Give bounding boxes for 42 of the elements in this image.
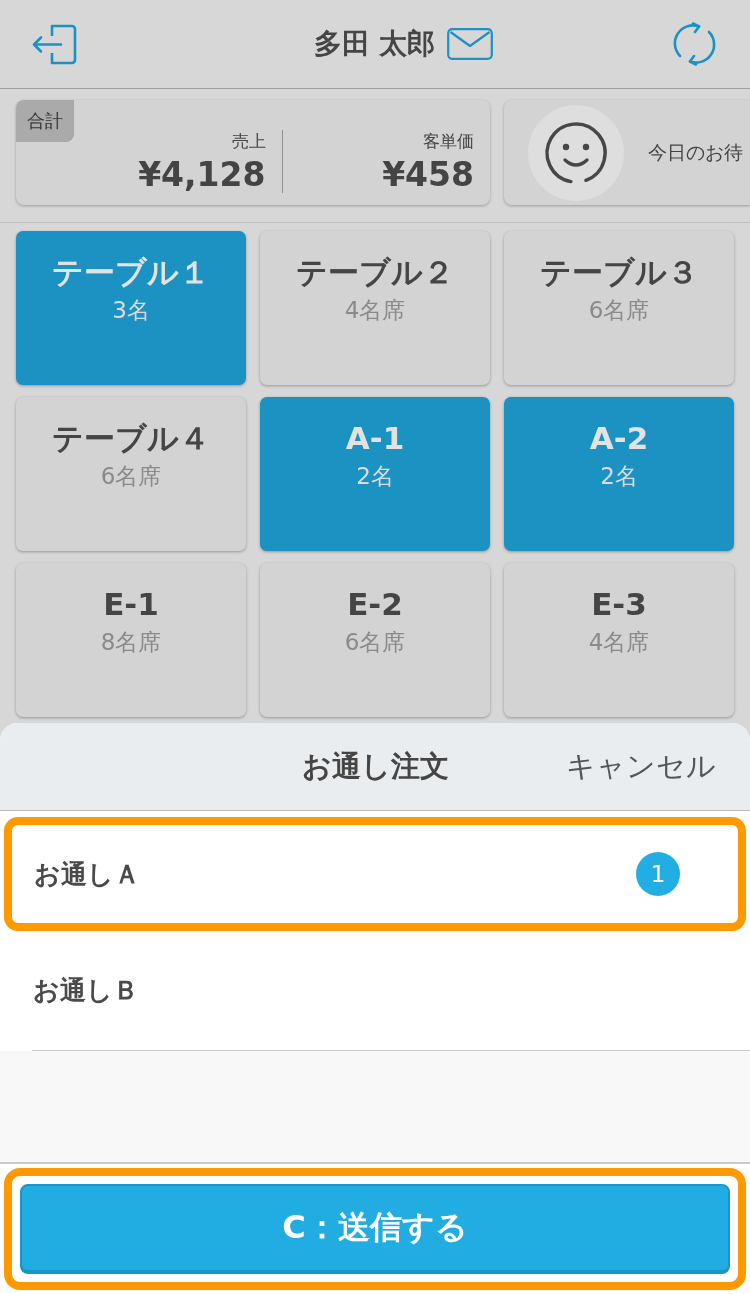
user-name: 多田 太郎: [313, 26, 436, 62]
table-tile[interactable]: テーブル４ 6名席: [16, 397, 246, 551]
seat-count: 2名: [356, 462, 394, 491]
waiting-card[interactable]: 今日のお待: [504, 100, 750, 205]
table-tile[interactable]: E-3 4名席: [504, 563, 734, 717]
refresh-icon[interactable]: [672, 22, 717, 66]
metric-value: ¥458: [382, 154, 474, 196]
order-item[interactable]: お通しＡ 1: [33, 825, 738, 923]
count-badge: 1: [636, 852, 680, 896]
cancel-button[interactable]: キャンセル: [566, 746, 716, 787]
table-tile[interactable]: E-2 6名席: [260, 563, 490, 717]
seat-count: 6名席: [344, 628, 406, 657]
seat-count: 4名席: [344, 296, 406, 325]
total-tag: 合計: [16, 100, 74, 142]
seat-count: 8名席: [100, 628, 162, 657]
item-label: お通しＢ: [33, 974, 139, 1007]
table-tile[interactable]: テーブル３ 6名席: [504, 231, 734, 385]
smiley-icon: [528, 104, 624, 201]
mail-icon[interactable]: [447, 28, 494, 60]
table-tile[interactable]: テーブル２ 4名席: [260, 231, 490, 385]
metric-label: 売上: [231, 130, 266, 152]
table-name: E-2: [347, 585, 403, 624]
table-name: テーブル２: [296, 253, 454, 292]
sheet-title: お通し注文: [301, 747, 449, 785]
table-tile[interactable]: E-1 8名席: [16, 563, 246, 717]
logout-icon[interactable]: [32, 22, 77, 66]
table-name: テーブル１: [52, 253, 210, 292]
seat-count: 2名: [600, 462, 638, 491]
seat-count: 3名: [112, 296, 150, 325]
table-name: テーブル３: [540, 253, 698, 292]
metric-label: 客単価: [423, 130, 474, 152]
seat-count: 4名席: [588, 628, 650, 657]
seat-count: 6名席: [100, 462, 162, 491]
table-name: E-1: [103, 585, 159, 624]
waiting-label: 今日のお待: [648, 139, 743, 165]
table-name: A-2: [589, 419, 649, 458]
seat-count: 6名席: [588, 296, 650, 325]
table-name: A-1: [345, 419, 405, 458]
metric-value: ¥4,128: [138, 154, 266, 196]
item-label: お通しＡ: [34, 857, 140, 891]
table-name: テーブル４: [52, 419, 210, 458]
table-name: E-3: [591, 585, 647, 624]
